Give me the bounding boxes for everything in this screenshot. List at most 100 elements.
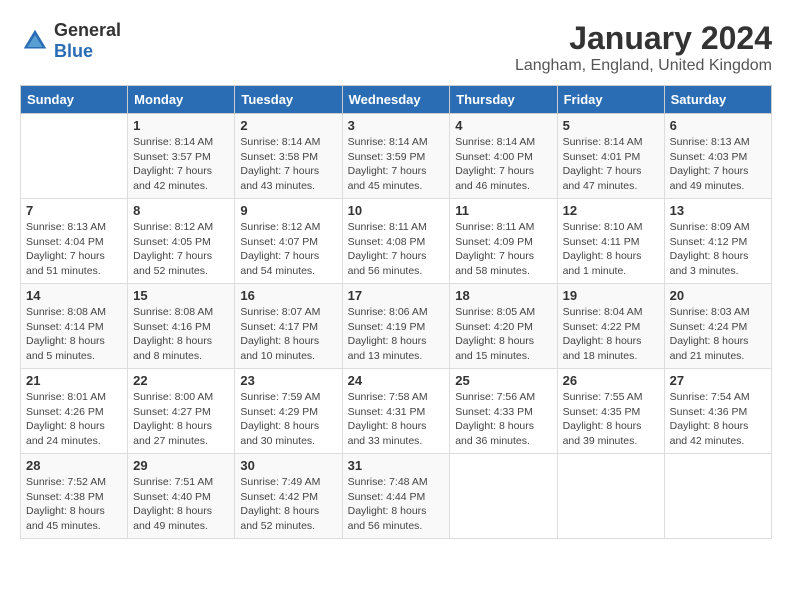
calendar-cell: 23 Sunrise: 7:59 AM Sunset: 4:29 PM Dayl… xyxy=(235,369,342,454)
day-number: 23 xyxy=(240,373,336,388)
calendar-cell: 31 Sunrise: 7:48 AM Sunset: 4:44 PM Dayl… xyxy=(342,454,450,539)
sunrise-text: Sunrise: 7:56 AM xyxy=(455,390,551,405)
daylight-text: Daylight: 8 hours and 27 minutes. xyxy=(133,419,229,448)
day-number: 6 xyxy=(670,118,766,133)
sunrise-text: Sunrise: 8:08 AM xyxy=(26,305,122,320)
calendar-week-3: 14 Sunrise: 8:08 AM Sunset: 4:14 PM Dayl… xyxy=(21,284,772,369)
sunrise-text: Sunrise: 8:04 AM xyxy=(563,305,659,320)
day-number: 9 xyxy=(240,203,336,218)
sunset-text: Sunset: 4:20 PM xyxy=(455,320,551,335)
sunset-text: Sunset: 4:14 PM xyxy=(26,320,122,335)
sunset-text: Sunset: 4:33 PM xyxy=(455,405,551,420)
day-number: 5 xyxy=(563,118,659,133)
sunrise-text: Sunrise: 8:11 AM xyxy=(455,220,551,235)
day-number: 24 xyxy=(348,373,445,388)
calendar-cell: 13 Sunrise: 8:09 AM Sunset: 4:12 PM Dayl… xyxy=(664,199,771,284)
calendar-cell: 11 Sunrise: 8:11 AM Sunset: 4:09 PM Dayl… xyxy=(450,199,557,284)
day-info: Sunrise: 8:08 AM Sunset: 4:16 PM Dayligh… xyxy=(133,305,229,364)
calendar-cell: 27 Sunrise: 7:54 AM Sunset: 4:36 PM Dayl… xyxy=(664,369,771,454)
day-info: Sunrise: 8:12 AM Sunset: 4:05 PM Dayligh… xyxy=(133,220,229,279)
daylight-text: Daylight: 8 hours and 1 minute. xyxy=(563,249,659,278)
day-number: 29 xyxy=(133,458,229,473)
col-wednesday: Wednesday xyxy=(342,86,450,114)
sunset-text: Sunset: 4:17 PM xyxy=(240,320,336,335)
sunrise-text: Sunrise: 8:08 AM xyxy=(133,305,229,320)
page-header: General Blue January 2024 Langham, Engla… xyxy=(20,20,772,75)
day-info: Sunrise: 7:55 AM Sunset: 4:35 PM Dayligh… xyxy=(563,390,659,449)
day-info: Sunrise: 8:11 AM Sunset: 4:08 PM Dayligh… xyxy=(348,220,445,279)
calendar-cell: 19 Sunrise: 8:04 AM Sunset: 4:22 PM Dayl… xyxy=(557,284,664,369)
calendar-cell: 17 Sunrise: 8:06 AM Sunset: 4:19 PM Dayl… xyxy=(342,284,450,369)
daylight-text: Daylight: 8 hours and 8 minutes. xyxy=(133,334,229,363)
daylight-text: Daylight: 8 hours and 18 minutes. xyxy=(563,334,659,363)
daylight-text: Daylight: 7 hours and 54 minutes. xyxy=(240,249,336,278)
sunrise-text: Sunrise: 7:49 AM xyxy=(240,475,336,490)
day-info: Sunrise: 8:11 AM Sunset: 4:09 PM Dayligh… xyxy=(455,220,551,279)
daylight-text: Daylight: 8 hours and 45 minutes. xyxy=(26,504,122,533)
calendar-cell: 18 Sunrise: 8:05 AM Sunset: 4:20 PM Dayl… xyxy=(450,284,557,369)
sunset-text: Sunset: 3:58 PM xyxy=(240,150,336,165)
day-info: Sunrise: 7:52 AM Sunset: 4:38 PM Dayligh… xyxy=(26,475,122,534)
daylight-text: Daylight: 8 hours and 52 minutes. xyxy=(240,504,336,533)
calendar-cell: 28 Sunrise: 7:52 AM Sunset: 4:38 PM Dayl… xyxy=(21,454,128,539)
day-number: 27 xyxy=(670,373,766,388)
daylight-text: Daylight: 7 hours and 47 minutes. xyxy=(563,164,659,193)
col-tuesday: Tuesday xyxy=(235,86,342,114)
col-friday: Friday xyxy=(557,86,664,114)
calendar-cell: 29 Sunrise: 7:51 AM Sunset: 4:40 PM Dayl… xyxy=(128,454,235,539)
sunset-text: Sunset: 4:24 PM xyxy=(670,320,766,335)
calendar-table: Sunday Monday Tuesday Wednesday Thursday… xyxy=(20,85,772,539)
sunrise-text: Sunrise: 8:07 AM xyxy=(240,305,336,320)
daylight-text: Daylight: 8 hours and 10 minutes. xyxy=(240,334,336,363)
daylight-text: Daylight: 8 hours and 39 minutes. xyxy=(563,419,659,448)
calendar-cell: 21 Sunrise: 8:01 AM Sunset: 4:26 PM Dayl… xyxy=(21,369,128,454)
day-info: Sunrise: 8:13 AM Sunset: 4:03 PM Dayligh… xyxy=(670,135,766,194)
day-info: Sunrise: 7:59 AM Sunset: 4:29 PM Dayligh… xyxy=(240,390,336,449)
calendar-cell: 2 Sunrise: 8:14 AM Sunset: 3:58 PM Dayli… xyxy=(235,114,342,199)
day-info: Sunrise: 8:14 AM Sunset: 3:59 PM Dayligh… xyxy=(348,135,445,194)
sunset-text: Sunset: 4:05 PM xyxy=(133,235,229,250)
day-info: Sunrise: 7:58 AM Sunset: 4:31 PM Dayligh… xyxy=(348,390,445,449)
calendar-cell: 8 Sunrise: 8:12 AM Sunset: 4:05 PM Dayli… xyxy=(128,199,235,284)
sunrise-text: Sunrise: 8:14 AM xyxy=(563,135,659,150)
sunset-text: Sunset: 4:16 PM xyxy=(133,320,229,335)
col-monday: Monday xyxy=(128,86,235,114)
day-number: 17 xyxy=(348,288,445,303)
day-number: 25 xyxy=(455,373,551,388)
day-number: 14 xyxy=(26,288,122,303)
location-title: Langham, England, United Kingdom xyxy=(515,57,772,75)
sunset-text: Sunset: 4:22 PM xyxy=(563,320,659,335)
sunrise-text: Sunrise: 7:52 AM xyxy=(26,475,122,490)
daylight-text: Daylight: 8 hours and 49 minutes. xyxy=(133,504,229,533)
day-number: 3 xyxy=(348,118,445,133)
day-number: 11 xyxy=(455,203,551,218)
day-info: Sunrise: 8:05 AM Sunset: 4:20 PM Dayligh… xyxy=(455,305,551,364)
sunset-text: Sunset: 4:07 PM xyxy=(240,235,336,250)
sunset-text: Sunset: 4:40 PM xyxy=(133,490,229,505)
calendar-cell: 3 Sunrise: 8:14 AM Sunset: 3:59 PM Dayli… xyxy=(342,114,450,199)
sunset-text: Sunset: 4:03 PM xyxy=(670,150,766,165)
sunset-text: Sunset: 4:01 PM xyxy=(563,150,659,165)
sunrise-text: Sunrise: 8:06 AM xyxy=(348,305,445,320)
sunrise-text: Sunrise: 7:55 AM xyxy=(563,390,659,405)
sunrise-text: Sunrise: 8:13 AM xyxy=(26,220,122,235)
sunset-text: Sunset: 4:09 PM xyxy=(455,235,551,250)
day-number: 18 xyxy=(455,288,551,303)
day-number: 10 xyxy=(348,203,445,218)
logo: General Blue xyxy=(20,20,121,62)
sunrise-text: Sunrise: 8:03 AM xyxy=(670,305,766,320)
sunrise-text: Sunrise: 7:54 AM xyxy=(670,390,766,405)
day-info: Sunrise: 7:49 AM Sunset: 4:42 PM Dayligh… xyxy=(240,475,336,534)
daylight-text: Daylight: 7 hours and 43 minutes. xyxy=(240,164,336,193)
sunrise-text: Sunrise: 7:48 AM xyxy=(348,475,445,490)
sunrise-text: Sunrise: 7:51 AM xyxy=(133,475,229,490)
sunrise-text: Sunrise: 8:14 AM xyxy=(348,135,445,150)
day-number: 20 xyxy=(670,288,766,303)
day-info: Sunrise: 8:14 AM Sunset: 4:00 PM Dayligh… xyxy=(455,135,551,194)
daylight-text: Daylight: 7 hours and 58 minutes. xyxy=(455,249,551,278)
calendar-cell xyxy=(21,114,128,199)
calendar-cell xyxy=(664,454,771,539)
col-thursday: Thursday xyxy=(450,86,557,114)
sunrise-text: Sunrise: 7:59 AM xyxy=(240,390,336,405)
col-saturday: Saturday xyxy=(664,86,771,114)
